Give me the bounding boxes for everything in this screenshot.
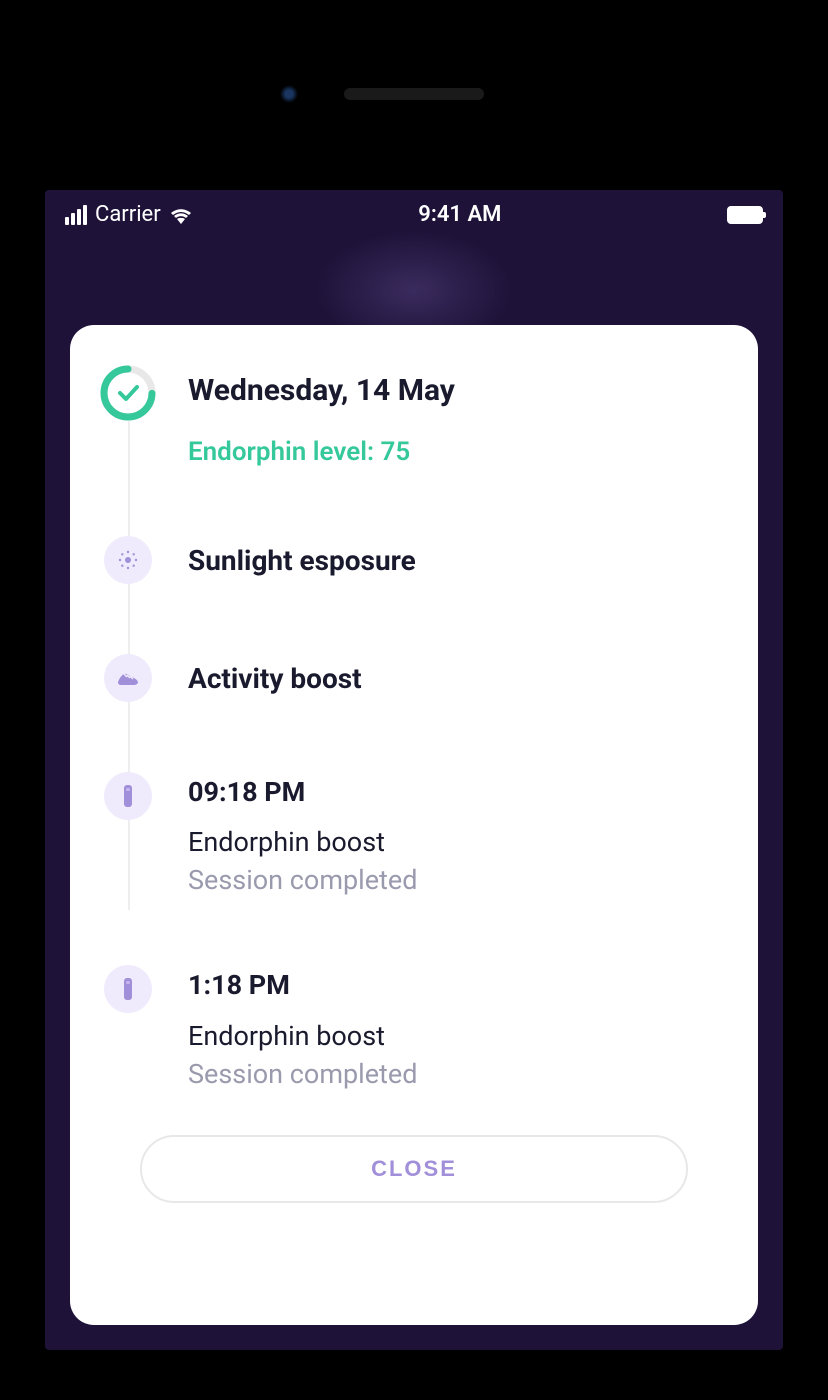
timeline-item-activity[interactable]: Activity boost [100, 650, 728, 706]
session-title: Endorphin boost [188, 826, 728, 858]
session-content: 09:18 PM Endorphin boost Session complet… [188, 768, 728, 896]
timeline-item-sunlight[interactable]: Sunlight esposure [100, 532, 728, 588]
timeline: Wednesday, 14 May Endorphin level: 75 [100, 365, 728, 1090]
item-content: Sunlight esposure [188, 532, 728, 578]
session-time: 1:18 PM [188, 969, 728, 1001]
phone-screen: Carrier 9:41 AM [45, 190, 783, 1350]
timeline-header: Wednesday, 14 May Endorphin level: 75 [100, 365, 728, 467]
phone-inner: Carrier 9:41 AM [20, 20, 808, 1380]
endorphin-level: Endorphin level: 75 [188, 437, 728, 467]
item-content: Activity boost [188, 650, 728, 696]
session-status: Session completed [188, 864, 728, 896]
signal-icon [65, 205, 87, 225]
carrier-label: Carrier [95, 202, 161, 227]
phone-frame: Carrier 9:41 AM [0, 0, 828, 1400]
shoe-icon [100, 650, 156, 706]
battery-icon [727, 206, 763, 224]
phone-speaker [344, 88, 484, 100]
item-title: Activity boost [188, 662, 728, 696]
session-content: 1:18 PM Endorphin boost Session complete… [188, 961, 728, 1089]
item-title: Sunlight esposure [188, 544, 728, 578]
detail-modal: Wednesday, 14 May Endorphin level: 75 [70, 325, 758, 1325]
check-progress-icon [100, 365, 156, 421]
device-icon [100, 768, 156, 824]
wifi-icon [169, 206, 193, 224]
status-time: 9:41 AM [418, 202, 501, 227]
date-title: Wednesday, 14 May [188, 373, 728, 409]
session-time: 09:18 PM [188, 776, 728, 808]
status-left: Carrier [65, 202, 193, 227]
device-icon [100, 961, 156, 1017]
header-content: Wednesday, 14 May Endorphin level: 75 [188, 365, 728, 467]
phone-camera [280, 85, 298, 103]
sun-icon [100, 532, 156, 588]
timeline-session-2[interactable]: 1:18 PM Endorphin boost Session complete… [100, 961, 728, 1089]
close-button[interactable]: CLOSE [140, 1135, 688, 1203]
timeline-session-1[interactable]: 09:18 PM Endorphin boost Session complet… [100, 768, 728, 896]
session-status: Session completed [188, 1058, 728, 1090]
session-title: Endorphin boost [188, 1020, 728, 1052]
